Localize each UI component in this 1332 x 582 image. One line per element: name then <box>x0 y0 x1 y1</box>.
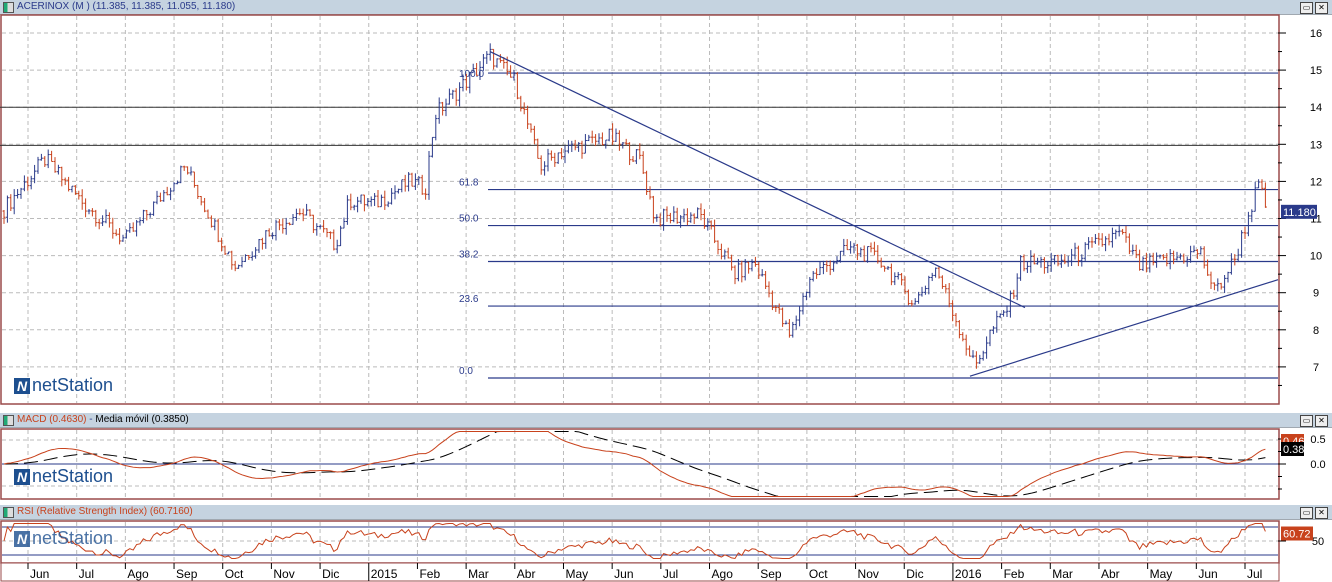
fib-label: 61.8 <box>459 178 479 189</box>
x-tick-label: Jul <box>79 567 94 581</box>
x-tick-label: Feb <box>419 567 440 581</box>
fib-label: 50.0 <box>459 214 479 225</box>
chart-icon <box>3 415 14 426</box>
macd-label: MACD (0.4630) <box>17 414 87 425</box>
x-tick-label: May <box>565 567 588 581</box>
uptrend-trendline <box>969 279 1279 377</box>
chart-icon <box>3 2 14 13</box>
y-tick-label: 13 <box>1310 139 1322 151</box>
macd-panel-header: MACD (0.4630) - Media móvil (0.3850) ▭ ✕ <box>0 413 1332 428</box>
main-title: ACERINOX (M ) (11.385, 11.385, 11.055, 1… <box>17 1 236 12</box>
close-button[interactable]: ✕ <box>1315 507 1328 519</box>
y-tick-label: 0.0 <box>1310 459 1325 471</box>
x-tick-label: 2016 <box>955 567 982 581</box>
x-tick-label: Nov <box>273 567 294 581</box>
x-tick-label: Jun <box>30 567 49 581</box>
y-tick-label: 7 <box>1313 362 1319 374</box>
main-panel-header: ACERINOX (M ) (11.385, 11.385, 11.055, 1… <box>0 0 1332 15</box>
x-tick-label: Jul <box>1247 567 1262 581</box>
signal-value: 0.38 <box>1283 444 1304 456</box>
x-tick-label: Nov <box>858 567 879 581</box>
chart-icon <box>3 507 14 518</box>
y-tick-label: 14 <box>1310 102 1322 114</box>
price-chart[interactable]: 16151413121110987100.061.850.038.223.60.… <box>0 14 1332 407</box>
y-tick-label: 12 <box>1310 176 1322 188</box>
x-tick-label: Ago <box>127 567 149 581</box>
close-button[interactable]: ✕ <box>1315 2 1328 14</box>
x-tick-label: Jun <box>614 567 633 581</box>
x-tick-label: Sep <box>760 567 782 581</box>
x-tick-label: Jun <box>1198 567 1217 581</box>
y-tick-label: 15 <box>1310 65 1322 77</box>
y-tick-label: 10 <box>1310 251 1322 263</box>
rsi-chart[interactable]: 5060.72 Jun Jul Ago Sep Oct Nov Dic 2015 Feb Mar Ab… <box>0 520 1332 582</box>
x-tick-label: Oct <box>809 567 828 581</box>
y-tick-label: 0.5 <box>1310 434 1325 446</box>
netstation-logo: NnetStation <box>14 528 113 549</box>
x-tick-label: Mar <box>468 567 489 581</box>
x-tick-label: Abr <box>1101 567 1120 581</box>
x-tick-label: Feb <box>1004 567 1025 581</box>
rsi-panel-header: RSI (Relative Strength Index) (60.7160) … <box>0 505 1332 520</box>
netstation-logo: NnetStation <box>14 375 113 396</box>
y-tick-label: 9 <box>1313 288 1319 300</box>
macd-chart[interactable]: 0.50.00.460.38 <box>0 428 1332 502</box>
netstation-logo: NnetStation <box>14 466 113 487</box>
x-tick-label: Dic <box>906 567 923 581</box>
x-tick-label: Dic <box>322 567 339 581</box>
downtrend-trendline <box>489 51 1026 309</box>
fib-label: 0.0 <box>459 366 473 377</box>
restore-button[interactable]: ▭ <box>1300 2 1313 14</box>
fib-label: 23.6 <box>459 294 479 305</box>
x-tick-label: May <box>1150 567 1173 581</box>
restore-button[interactable]: ▭ <box>1300 507 1313 519</box>
x-tick-label: Abr <box>517 567 536 581</box>
x-tick-label: Sep <box>176 567 198 581</box>
ma-label: Media móvil (0.3850) <box>95 414 189 425</box>
x-tick-label: Jul <box>663 567 678 581</box>
rsi-label: RSI (Relative Strength Index) (60.7160) <box>17 506 193 517</box>
y-tick-label: 50 <box>1312 536 1324 548</box>
y-tick-label: 16 <box>1310 28 1322 40</box>
close-button[interactable]: ✕ <box>1315 415 1328 427</box>
x-tick-label: Oct <box>225 567 244 581</box>
y-tick-label: 8 <box>1313 325 1319 337</box>
fib-label: 38.2 <box>459 250 479 261</box>
x-tick-label: 2015 <box>371 567 398 581</box>
last-price-value: 11.180 <box>1283 207 1316 219</box>
x-tick-label: Ago <box>712 567 734 581</box>
restore-button[interactable]: ▭ <box>1300 415 1313 427</box>
rsi-value: 60.72 <box>1283 529 1311 541</box>
x-tick-label: Mar <box>1052 567 1073 581</box>
